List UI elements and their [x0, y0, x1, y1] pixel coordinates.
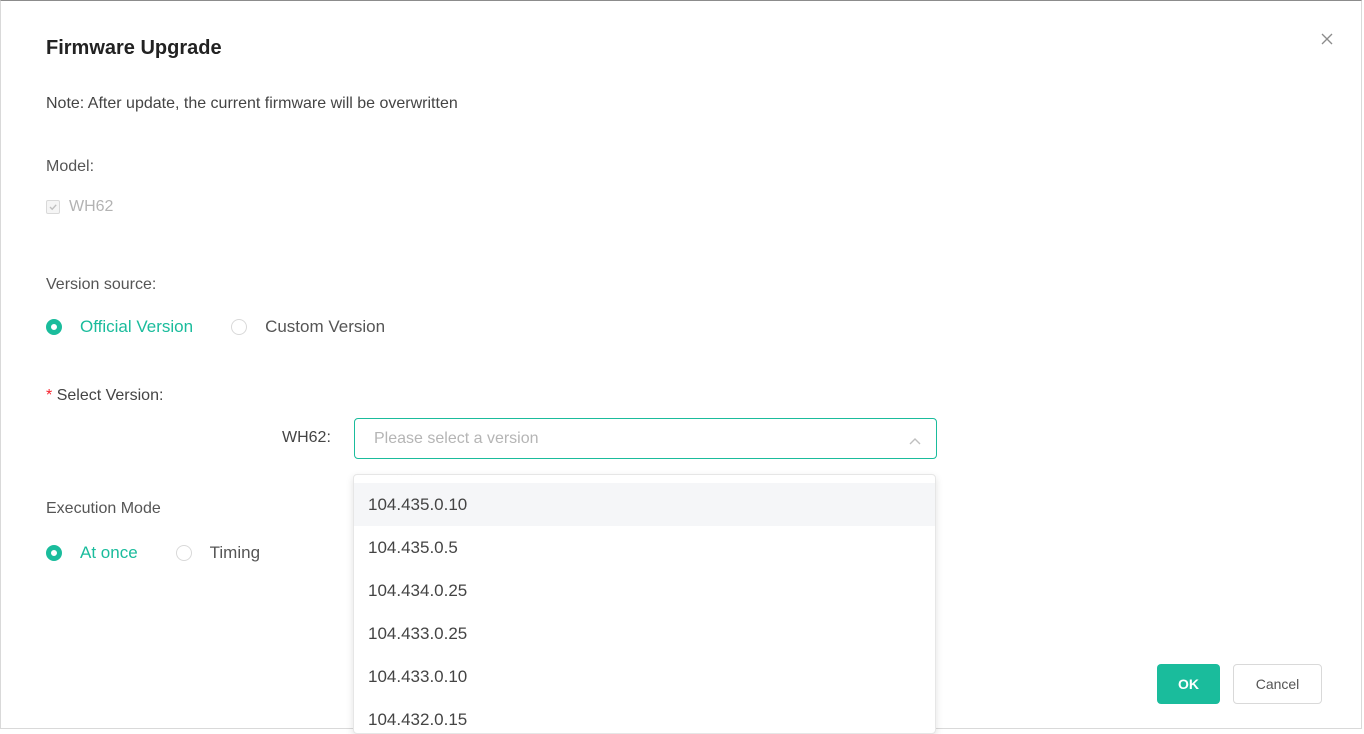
at-once-radio[interactable] — [46, 545, 62, 561]
version-source-label: Version source: — [46, 276, 157, 293]
version-option[interactable]: 104.432.0.15 — [354, 698, 935, 733]
version-option[interactable]: 104.433.0.25 — [354, 612, 935, 655]
select-version-label-row: * Select Version: — [46, 387, 163, 405]
wh62-field-label: WH62: — [282, 429, 331, 446]
version-option[interactable]: 104.435.0.5 — [354, 526, 935, 569]
custom-version-label[interactable]: Custom Version — [265, 317, 385, 337]
select-version-label: Select Version: — [56, 387, 164, 404]
version-source-radio-group: Official Version Custom Version — [46, 317, 385, 337]
dialog-title: Firmware Upgrade — [46, 37, 222, 59]
execution-mode-radio-group: At once Timing — [46, 543, 260, 563]
close-icon[interactable] — [1317, 29, 1337, 49]
dropdown-pointer — [396, 475, 413, 483]
version-option[interactable]: 104.434.0.25 — [354, 569, 935, 612]
upgrade-note: Note: After update, the current firmware… — [46, 95, 458, 112]
timing-label[interactable]: Timing — [210, 543, 260, 563]
version-option[interactable]: 104.435.0.10 — [354, 483, 935, 526]
model-checkbox — [46, 200, 60, 214]
official-version-radio[interactable] — [46, 319, 62, 335]
official-version-label[interactable]: Official Version — [80, 317, 193, 337]
model-checkbox-label: WH62 — [69, 198, 114, 215]
timing-radio[interactable] — [175, 545, 192, 561]
model-checkbox-row: WH62 — [46, 198, 113, 216]
version-select-placeholder: Please select a version — [374, 430, 539, 447]
required-mark: * — [46, 387, 53, 404]
version-select[interactable]: Please select a version — [354, 418, 937, 459]
version-option[interactable]: 104.433.0.10 — [354, 655, 935, 698]
execution-mode-label: Execution Mode — [46, 500, 161, 517]
at-once-label[interactable]: At once — [80, 543, 138, 563]
model-label: Model: — [46, 158, 95, 175]
chevron-up-icon — [908, 433, 922, 451]
ok-button[interactable]: OK — [1157, 664, 1220, 704]
version-dropdown: 104.435.0.10 104.435.0.5 104.434.0.25 10… — [353, 474, 936, 734]
custom-version-radio[interactable] — [231, 319, 248, 335]
cancel-button[interactable]: Cancel — [1233, 664, 1322, 704]
